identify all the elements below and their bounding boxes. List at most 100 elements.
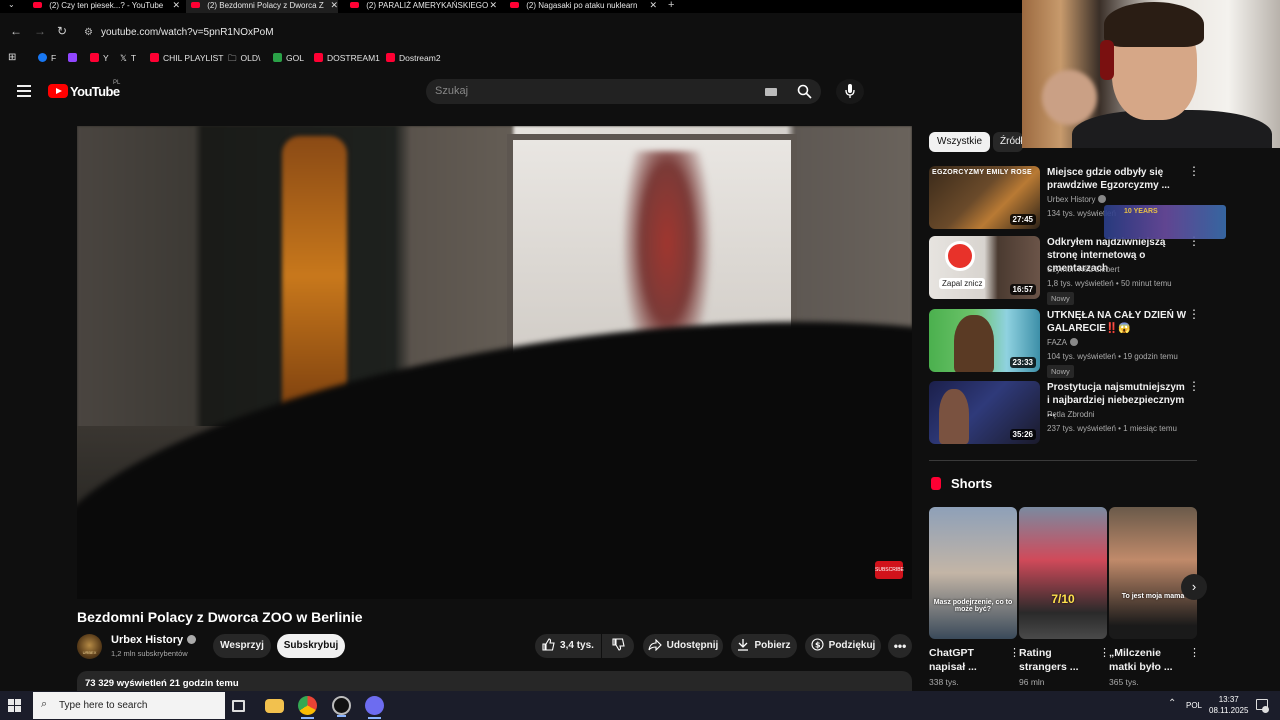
- browser-tab-active[interactable]: (2) Bezdomni Polacy z Dworca Z ✕: [186, 0, 338, 13]
- search-input[interactable]: Szukaj: [435, 79, 735, 104]
- recommended-video[interactable]: Zapal znicz 16:57 Odkryłem najdziwniejsz…: [929, 235, 1200, 305]
- tab-title: (2) Nagasaki po ataku nuklearn: [526, 1, 638, 10]
- bookmark-gol[interactable]: GOL: [273, 53, 304, 63]
- keyboard-icon[interactable]: [765, 88, 777, 96]
- description-box[interactable]: 73 329 wyświetleń 21 godzin temu: [77, 671, 912, 693]
- more-options-icon[interactable]: ⋮: [1188, 165, 1200, 177]
- channel-name[interactable]: FAZA: [1047, 338, 1079, 347]
- youtube-icon: [314, 53, 323, 62]
- show-hidden-icons-chevron-icon[interactable]: ⌃: [1168, 698, 1176, 709]
- close-tab-icon[interactable]: ✕: [649, 0, 657, 11]
- thanks-button[interactable]: $ Podziękuj: [805, 634, 881, 658]
- video-thumbnail[interactable]: 35:26: [929, 381, 1040, 444]
- video-thumbnail[interactable]: EGZORCYZMY EMILY ROSE 27:45: [929, 166, 1040, 229]
- browser-tab[interactable]: (2) Czy ten piesek...? - YouTube ✕: [28, 0, 180, 13]
- search-button[interactable]: [788, 79, 821, 104]
- share-button[interactable]: Udostępnij: [643, 634, 723, 658]
- share-label: Udostępnij: [666, 640, 719, 651]
- bookmark-dostream2[interactable]: Dostream2: [386, 53, 441, 63]
- video-thumbnail[interactable]: 23:33: [929, 309, 1040, 372]
- bookmark-folder-old[interactable]: 🗀 OLD\: [228, 53, 260, 67]
- video-player[interactable]: SUBSCRIBE: [77, 126, 912, 599]
- site-info-icon[interactable]: ⚙: [84, 27, 93, 38]
- dislike-button[interactable]: [602, 634, 634, 658]
- apps-grid-icon[interactable]: ⊞: [8, 52, 16, 63]
- close-tab-icon[interactable]: ✕: [330, 0, 338, 11]
- voice-search-button[interactable]: [836, 79, 864, 104]
- short-title[interactable]: ChatGPT napisał ...: [929, 646, 1005, 674]
- short-item[interactable]: 7/10 Rating strangers ... ⋮ 96 mln: [1019, 507, 1110, 687]
- channel-name[interactable]: Urbex History: [1047, 195, 1107, 204]
- chrome-icon[interactable]: [298, 696, 317, 719]
- clock[interactable]: 13:37 08.11.2025: [1209, 694, 1248, 716]
- bookmark-facebook[interactable]: F: [38, 53, 56, 63]
- download-label: Pobierz: [754, 640, 791, 651]
- bookmark-x[interactable]: 𝕏T: [120, 53, 136, 64]
- video-thumbnail[interactable]: Zapal znicz 16:57: [929, 236, 1040, 299]
- download-button[interactable]: Pobierz: [731, 634, 797, 658]
- video-frame-bottle-ad: [282, 136, 347, 416]
- channel-name[interactable]: Pętla Zbrodni: [1047, 410, 1095, 419]
- video-title: Bezdomni Polacy z Dworca ZOO w Berlinie: [77, 609, 363, 625]
- bookmark-chil-playlist[interactable]: CHIL PLAYLIST: [150, 53, 223, 63]
- logo-text: YouTube: [70, 84, 120, 99]
- clock-time: 13:37: [1218, 695, 1239, 704]
- support-button[interactable]: Wesprzyj: [213, 634, 271, 658]
- subscribe-watermark[interactable]: SUBSCRIBE: [875, 561, 904, 579]
- webcam-hand: [1042, 70, 1097, 125]
- more-options-icon[interactable]: ⋮: [1189, 648, 1200, 659]
- bookmark-dostream1[interactable]: DOSTREAM1: [314, 53, 380, 63]
- more-actions-button[interactable]: •••: [888, 634, 912, 658]
- input-language[interactable]: POL: [1186, 701, 1202, 710]
- recommended-video[interactable]: 23:33 UTKNĘŁA NA CAŁY DZIEŃ W GALARECIE‼…: [929, 308, 1200, 378]
- short-thumbnail[interactable]: Masz podejrzenie, co to może być?: [929, 507, 1017, 639]
- short-thumbnail[interactable]: To jest moja mama: [1109, 507, 1197, 639]
- close-tab-icon[interactable]: ✕: [172, 0, 180, 11]
- verified-badge-icon: [1098, 195, 1107, 203]
- video-title[interactable]: UTKNĘŁA NA CAŁY DZIEŃ W GALARECIE‼️😱: [1047, 309, 1187, 335]
- short-item[interactable]: To jest moja mama „Milczenie matki było …: [1109, 507, 1200, 687]
- app-icon[interactable]: [365, 696, 384, 719]
- subscribe-button[interactable]: Subskrybuj: [277, 634, 345, 658]
- windows-start-icon[interactable]: [8, 699, 21, 712]
- video-meta: 104 tys. wyświetleń • 19 godzin temu: [1047, 352, 1178, 361]
- short-title[interactable]: „Milczenie matki było ...: [1109, 646, 1185, 674]
- thumbnail-caption: EGZORCYZMY EMILY ROSE: [932, 169, 1032, 176]
- url-field[interactable]: ⚙ youtube.com/watch?v=5pnR1NOxPoM: [84, 24, 1014, 42]
- taskbar-search-box[interactable]: ⌕ Type here to search: [33, 692, 225, 719]
- tab-title: (2) PARALIŻ AMERYKAŃSKIEGO: [366, 1, 489, 10]
- reload-icon[interactable]: ↻: [57, 24, 67, 38]
- channel-name[interactable]: Szymon Hed Liebert: [1047, 265, 1119, 274]
- browser-tab[interactable]: (2) PARALIŻ AMERYKAŃSKIEGO ✕: [345, 0, 497, 13]
- short-item[interactable]: Masz podejrzenie, co to może być? ChatGP…: [929, 507, 1020, 687]
- more-options-icon[interactable]: ⋮: [1188, 308, 1200, 320]
- forward-arrow-icon[interactable]: →: [34, 24, 46, 38]
- channel-name-link[interactable]: Urbex History: [111, 634, 197, 646]
- like-button[interactable]: 3,4 tys.: [535, 634, 601, 658]
- obs-icon[interactable]: [332, 696, 351, 717]
- channel-avatar[interactable]: URBEX: [77, 634, 102, 659]
- share-icon: [648, 638, 662, 652]
- url-text: youtube.com/watch?v=5pnR1NOxPoM: [100, 27, 274, 38]
- more-horizontal-icon: •••: [893, 639, 907, 653]
- recommended-video[interactable]: 35:26 Prostytucja najsmutniejszym i najb…: [929, 380, 1200, 446]
- back-arrow-icon[interactable]: ←: [10, 24, 22, 38]
- tab-list-chevron-icon[interactable]: ⌄: [8, 0, 15, 9]
- short-thumbnail[interactable]: 7/10: [1019, 507, 1107, 639]
- file-explorer-icon[interactable]: [265, 699, 284, 713]
- browser-tab[interactable]: (2) Nagasaki po ataku nuklearn ✕: [505, 0, 657, 13]
- hamburger-menu-icon[interactable]: [17, 85, 31, 97]
- task-view-icon[interactable]: [232, 700, 245, 712]
- chevron-right-icon[interactable]: ›: [1181, 574, 1207, 600]
- short-title[interactable]: Rating strangers ...: [1019, 646, 1095, 674]
- bookmark-twitch[interactable]: [68, 53, 81, 63]
- search-box[interactable]: Szukaj: [426, 79, 788, 104]
- new-tab-button[interactable]: +: [668, 0, 674, 11]
- chip-source[interactable]: Źródło: [993, 132, 1023, 152]
- bookmarks-bar: ⊞ F Y 𝕏T CHIL PLAYLIST 🗀 OLD\ GOL DOSTREA…: [0, 48, 1022, 68]
- video-title[interactable]: Miejsce gdzie odbyły się prawdziwe Egzor…: [1047, 166, 1187, 192]
- more-options-icon[interactable]: ⋮: [1188, 380, 1200, 392]
- chip-all[interactable]: Wszystkie: [929, 132, 990, 152]
- bookmark-youtube[interactable]: Y: [90, 53, 109, 63]
- close-tab-icon[interactable]: ✕: [489, 0, 497, 11]
